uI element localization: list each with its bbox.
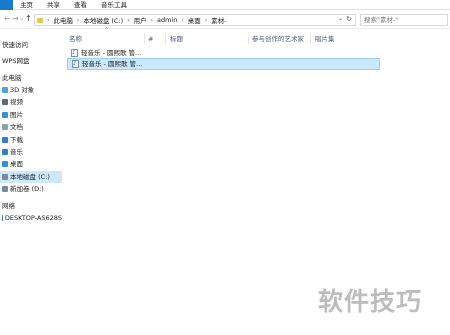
file-tab[interactable] <box>0 0 13 10</box>
sidebar-item-label: 3D 对象 <box>10 86 35 94</box>
column-divider[interactable] <box>310 34 311 44</box>
column-header-artist[interactable]: 参与创作的艺术家 <box>252 34 304 44</box>
sidebar-item-quick-access[interactable]: 快速访问 <box>0 39 62 51</box>
breadcrumb-current[interactable]: 素材- <box>211 15 226 25</box>
music-file-icon <box>72 58 79 70</box>
column-header-title[interactable]: 标题 <box>170 34 183 44</box>
sidebar-item-label: DESKTOP-AS628S <box>4 214 62 222</box>
breadcrumb-local-disk[interactable]: 本地磁盘 (C:) <box>83 15 123 25</box>
sidebar-item-network[interactable]: 网络 <box>0 200 62 212</box>
address-dropdown-icon[interactable]: ⌄ <box>338 14 343 24</box>
chevron-right-icon[interactable]: › <box>205 17 207 24</box>
music-icon <box>2 149 8 155</box>
sidebar-item-label: 此电脑 <box>2 74 22 82</box>
column-divider[interactable] <box>165 34 166 44</box>
address-row: ← → ⌄ ↑ › 此电脑 › 本地磁盘 (C:) › 用户 › admin ›… <box>0 10 450 29</box>
file-row-selected[interactable]: 轻音乐 - 圆熙歌 管... <box>67 58 380 70</box>
breadcrumb-desktop[interactable]: 桌面 <box>188 15 201 25</box>
chevron-right-icon[interactable]: › <box>181 17 183 24</box>
file-name: 轻音乐 - 圆熙歌 管... <box>82 60 143 68</box>
sidebar-item-label: 文档 <box>10 123 23 131</box>
ribbon-tabs: 主页 共享 查看 音乐工具 <box>0 0 450 10</box>
sort-indicator-icon: ^ <box>104 27 110 34</box>
sidebar-item-pictures[interactable]: 图片 <box>0 109 62 121</box>
cube-icon <box>2 87 8 93</box>
sidebar-item-label: 桌面 <box>10 160 23 168</box>
tab-share[interactable]: 共享 <box>40 0 67 10</box>
drive-icon <box>2 186 8 192</box>
drive-icon <box>2 174 8 180</box>
sidebar-item-label: 快速访问 <box>2 41 28 49</box>
column-divider[interactable] <box>144 34 145 44</box>
sidebar-item-label: 网络 <box>2 202 15 210</box>
folder-icon <box>37 17 43 23</box>
sidebar-item-label: 音乐 <box>10 148 23 156</box>
breadcrumb-admin[interactable]: admin <box>157 16 177 24</box>
sidebar-item-label: WPS网盘 <box>2 57 30 65</box>
sidebar-item-label: 本地磁盘 (C:) <box>10 173 50 181</box>
chevron-right-icon[interactable]: › <box>151 17 153 24</box>
breadcrumb-this-pc[interactable]: 此电脑 <box>53 15 73 25</box>
computer-icon <box>2 215 3 221</box>
navigation-pane: 快速访问 WPS网盘 此电脑 3D 对象 视频 图片 文档 下载 音乐 桌面 本… <box>0 30 62 335</box>
column-header-album[interactable]: 唱片集 <box>315 34 335 44</box>
sidebar-item-label: 新加卷 (D:) <box>10 185 44 193</box>
sidebar-item-new-volume-d[interactable]: 新加卷 (D:) <box>0 183 62 195</box>
music-file-icon <box>71 47 78 59</box>
column-header-number[interactable]: # <box>148 34 153 44</box>
chevron-right-icon[interactable]: › <box>77 17 79 24</box>
column-divider[interactable] <box>248 34 249 44</box>
sidebar-item-wps-cloud[interactable]: WPS网盘 <box>0 55 62 67</box>
download-icon <box>2 137 8 143</box>
recent-locations-icon[interactable]: ⌄ <box>19 14 24 24</box>
desktop-icon <box>2 161 8 167</box>
sidebar-item-this-pc[interactable]: 此电脑 <box>0 72 62 84</box>
tab-home[interactable]: 主页 <box>13 0 40 10</box>
address-bar[interactable]: › 此电脑 › 本地磁盘 (C:) › 用户 › admin › 桌面 › 素材… <box>34 14 356 26</box>
forward-icon[interactable]: → <box>12 14 19 24</box>
tab-music-tools[interactable]: 音乐工具 <box>94 0 134 10</box>
sidebar-item-music[interactable]: 音乐 <box>0 146 62 158</box>
sidebar-item-desktop[interactable]: 桌面 <box>0 158 62 170</box>
sidebar-item-downloads[interactable]: 下载 <box>0 134 62 146</box>
sidebar-item-label: 下载 <box>10 136 23 144</box>
tab-view[interactable]: 查看 <box>67 0 94 10</box>
sidebar-item-desktop-pc[interactable]: DESKTOP-AS628S <box>0 212 62 224</box>
video-icon <box>2 99 8 105</box>
picture-icon <box>2 112 8 118</box>
sidebar-item-label: 图片 <box>10 111 23 119</box>
sidebar-item-3d-objects[interactable]: 3D 对象 <box>0 84 62 96</box>
document-icon <box>2 124 8 130</box>
watermark: 软件技巧 <box>318 287 423 316</box>
refresh-icon[interactable]: ↻ <box>346 14 352 24</box>
back-icon[interactable]: ← <box>4 14 11 24</box>
chevron-right-icon[interactable]: › <box>47 17 49 24</box>
sidebar-item-label: 视频 <box>10 98 23 106</box>
sidebar-item-documents[interactable]: 文档 <box>0 121 62 133</box>
breadcrumb-users[interactable]: 用户 <box>134 15 147 25</box>
sidebar-item-local-disk-c[interactable]: 本地磁盘 (C:) <box>0 171 62 183</box>
sidebar-item-videos[interactable]: 视频 <box>0 96 62 108</box>
chevron-right-icon[interactable]: › <box>127 17 129 24</box>
search-input[interactable]: 搜索"素材-" <box>360 14 448 26</box>
column-header-name[interactable]: 名称 <box>69 34 82 44</box>
up-icon[interactable]: ↑ <box>25 14 32 24</box>
